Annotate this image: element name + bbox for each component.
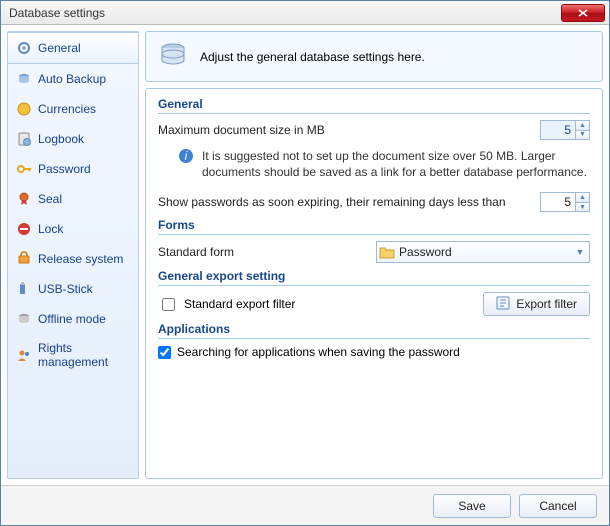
sidebar-item-label: Lock (38, 222, 63, 236)
export-filter-button[interactable]: Export filter (483, 292, 590, 316)
sidebar-item-password[interactable]: Password (8, 154, 138, 184)
section-apps-title: Applications (158, 322, 590, 339)
expire-spinner[interactable]: ▲▼ (540, 192, 590, 212)
sidebar-item-usb-stick[interactable]: USB-Stick (8, 274, 138, 304)
search-apps-checkbox[interactable] (158, 346, 171, 359)
sidebar-item-general[interactable]: General (8, 32, 138, 64)
usb-icon (16, 281, 32, 297)
expire-input[interactable] (541, 193, 575, 211)
section-forms-title: Forms (158, 218, 590, 235)
export-filter-label: Export filter (516, 297, 577, 311)
sidebar-item-rights-management[interactable]: Rights management (8, 334, 138, 376)
sidebar-item-seal[interactable]: Seal (8, 184, 138, 214)
suggestion-text: It is suggested not to set up the docume… (202, 148, 590, 180)
database-settings-dialog: Database settings General Auto Backup Cu… (0, 0, 610, 526)
currency-icon (16, 101, 32, 117)
section-export-title: General export setting (158, 269, 590, 286)
sidebar-item-label: Currencies (38, 102, 96, 116)
info-header: Adjust the general database settings her… (145, 31, 603, 82)
chevron-down-icon: ▼ (576, 131, 589, 140)
standard-form-select[interactable]: Password ▼ (376, 241, 590, 263)
close-icon (578, 9, 588, 17)
lock-icon (16, 221, 32, 237)
release-icon (16, 251, 32, 267)
sidebar-item-label: Release system (38, 252, 123, 266)
chevron-down-icon: ▼ (571, 247, 589, 257)
sidebar-item-label: Auto Backup (38, 72, 106, 86)
sidebar-item-auto-backup[interactable]: Auto Backup (8, 64, 138, 94)
sidebar-item-lock[interactable]: Lock (8, 214, 138, 244)
section-general-title: General (158, 97, 590, 114)
export-icon (496, 296, 510, 313)
standard-export-filter-checkbox[interactable] (162, 298, 175, 311)
cancel-button[interactable]: Cancel (519, 494, 597, 518)
sidebar-item-label: USB-Stick (38, 282, 93, 296)
sidebar-item-label: Logbook (38, 132, 84, 146)
dialog-body: General Auto Backup Currencies Logbook P… (1, 25, 609, 485)
close-button[interactable] (561, 4, 605, 22)
sidebar-item-label: Seal (38, 192, 62, 206)
window-title: Database settings (9, 6, 561, 20)
info-text: Adjust the general database settings her… (200, 50, 425, 64)
standard-form-value: Password (397, 245, 571, 259)
max-doc-label: Maximum document size in MB (158, 123, 532, 137)
standard-export-filter-label: Standard export filter (184, 297, 295, 311)
chevron-down-icon: ▼ (576, 203, 589, 212)
max-doc-spinner[interactable]: ▲▼ (540, 120, 590, 140)
sidebar-item-currencies[interactable]: Currencies (8, 94, 138, 124)
content-area: Adjust the general database settings her… (145, 31, 603, 479)
sidebar-item-label: Offline mode (38, 312, 106, 326)
info-icon: i (178, 148, 194, 180)
save-button[interactable]: Save (433, 494, 511, 518)
sidebar-item-offline-mode[interactable]: Offline mode (8, 304, 138, 334)
sidebar-item-label: Password (38, 162, 91, 176)
search-apps-label: Searching for applications when saving t… (177, 345, 460, 359)
seal-icon (16, 191, 32, 207)
logbook-icon (16, 131, 32, 147)
gear-icon (16, 40, 32, 56)
max-doc-input[interactable] (541, 121, 575, 139)
standard-form-label: Standard form (158, 245, 368, 259)
sidebar-item-logbook[interactable]: Logbook (8, 124, 138, 154)
expire-label: Show passwords as soon expiring, their r… (158, 195, 532, 209)
sidebar-item-release-system[interactable]: Release system (8, 244, 138, 274)
folder-key-icon (377, 245, 397, 259)
chevron-up-icon: ▲ (576, 193, 589, 203)
dialog-footer: Save Cancel (1, 485, 609, 525)
sidebar-item-label: General (38, 41, 81, 55)
sidebar: General Auto Backup Currencies Logbook P… (7, 31, 139, 479)
database-icon (158, 42, 188, 71)
spinner-buttons[interactable]: ▲▼ (575, 193, 589, 211)
settings-panel: General Maximum document size in MB ▲▼ i… (145, 88, 603, 479)
backup-icon (16, 71, 32, 87)
key-icon (16, 161, 32, 177)
users-icon (16, 347, 32, 363)
titlebar: Database settings (1, 1, 609, 25)
chevron-up-icon: ▲ (576, 121, 589, 131)
sidebar-item-label: Rights management (38, 341, 130, 369)
svg-text:i: i (185, 149, 188, 163)
spinner-buttons[interactable]: ▲▼ (575, 121, 589, 139)
offline-icon (16, 311, 32, 327)
